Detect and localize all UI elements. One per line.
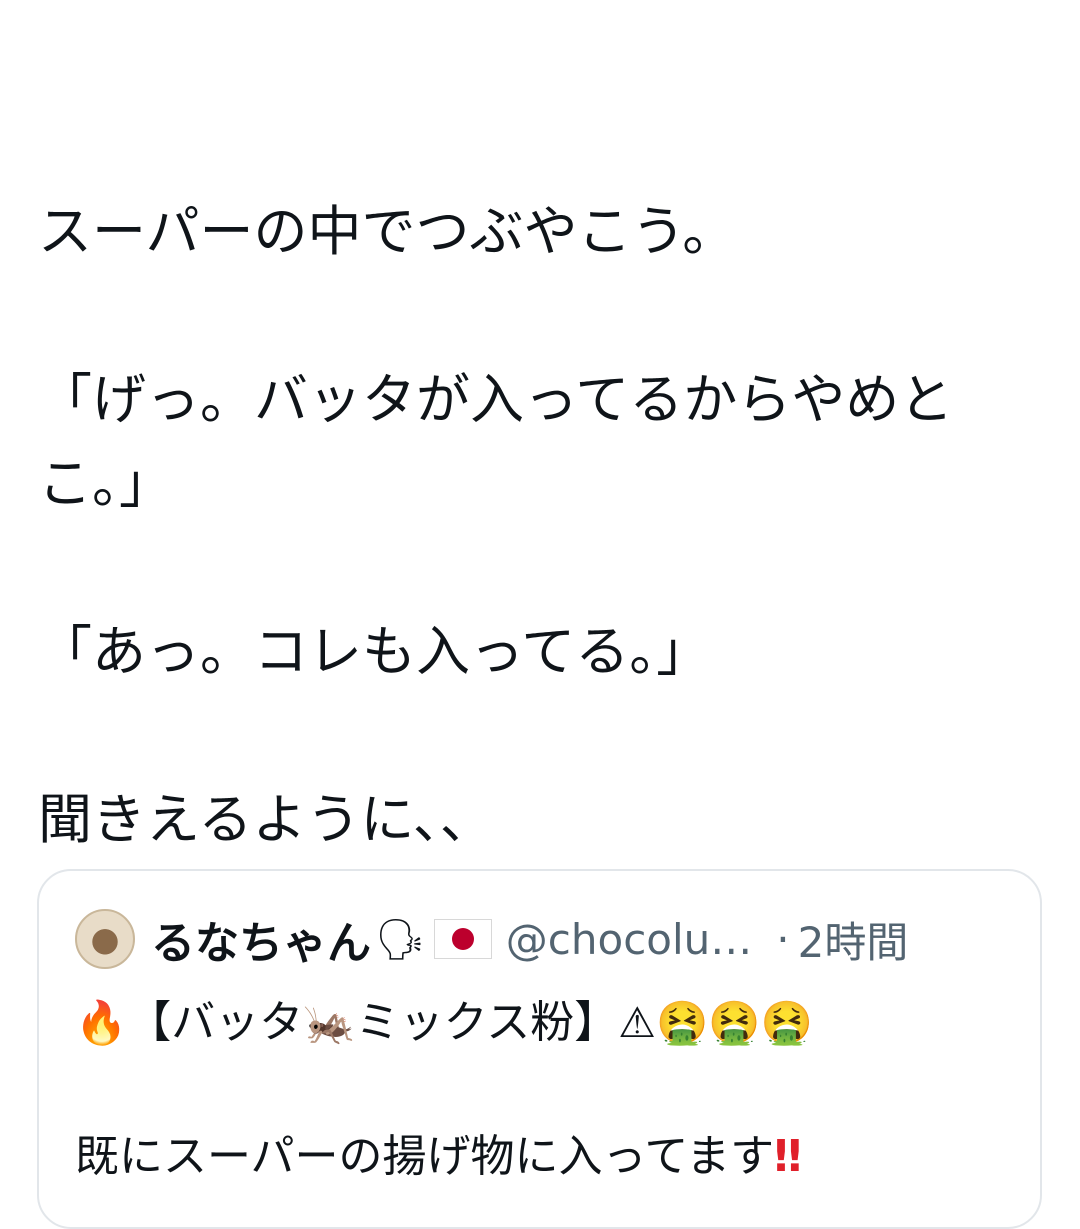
quoted-text-c: 既にスーパーの揚げ物に入ってます	[75, 1131, 775, 1182]
cricket-icon: 🦗	[303, 998, 356, 1047]
handle[interactable]: @chocolu…	[506, 915, 752, 964]
quoted-post-line-3: 既にスーパーの揚げ物に入ってます‼	[75, 1127, 1015, 1187]
post-line-gap	[38, 526, 1038, 610]
quoted-text-a: 【バッタ	[127, 997, 304, 1048]
speaking-head-icon: 🗣	[375, 916, 426, 963]
post-line-gap	[38, 694, 1038, 778]
post-line-1: スーパーの中でつぶやこう。	[38, 200, 737, 263]
post-line-gap	[38, 274, 1038, 358]
post-line-5: 「あっ。コレも入ってる。」	[38, 620, 711, 683]
display-name[interactable]: るなちゃん	[151, 907, 371, 971]
quoted-post-card[interactable]: るなちゃん 🗣 @chocolu… · 2時間 🔥 【バッタ 🦗 ミックス粉】 …	[37, 869, 1042, 1229]
quoted-post-header: るなちゃん 🗣 @chocolu… · 2時間	[75, 907, 1015, 971]
timestamp[interactable]: 2時間	[798, 909, 909, 970]
quoted-post-line-1: 🔥 【バッタ 🦗 ミックス粉】 ⚠ 🤮🤮🤮	[75, 993, 1015, 1053]
avatar[interactable]	[75, 909, 135, 969]
separator-dot: ·	[776, 914, 790, 964]
double-exclamation-icon: ‼	[774, 1131, 802, 1182]
warning-icon: ⚠	[618, 998, 656, 1047]
fire-icon: 🔥	[75, 998, 128, 1047]
post-text: スーパーの中でつぶやこう。 「げっ。バッタが入ってるからやめとこ。」 「あっ。コ…	[38, 190, 1038, 862]
japan-flag-icon	[433, 919, 492, 959]
post-line-7: 聞きえるように、、	[38, 788, 494, 851]
quoted-text-b: ミックス粉】	[355, 997, 619, 1048]
vomiting-face-icon: 🤮🤮🤮	[655, 998, 813, 1047]
post-line-3: 「げっ。バッタが入ってるからやめとこ。」	[38, 368, 954, 515]
